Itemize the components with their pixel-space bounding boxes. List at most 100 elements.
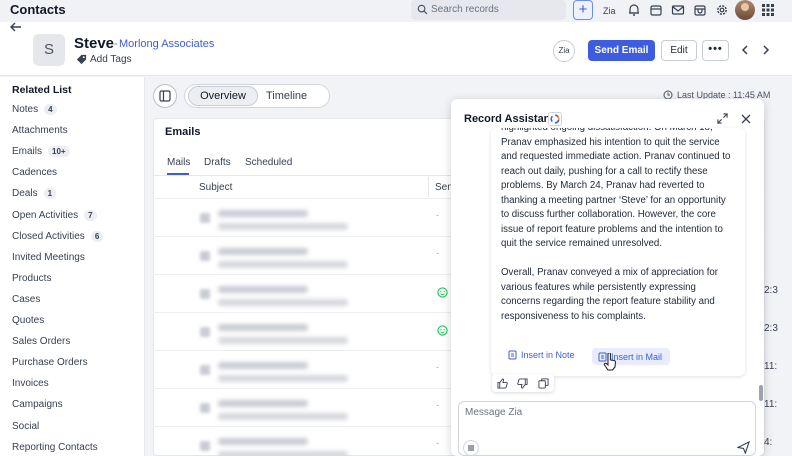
sidebar-item-cadences[interactable]: Cadences [12, 167, 57, 178]
row-status: - [436, 210, 439, 220]
menu-icon[interactable] [463, 440, 479, 456]
redacted-sender [218, 299, 348, 306]
sidebar-item-open-activities[interactable]: Open Activities 7 [12, 209, 97, 221]
assistant-message-line: concerns regarding the report feature st… [501, 296, 715, 307]
back-arrow-icon[interactable] [9, 20, 23, 34]
plus-icon[interactable]: + [573, 0, 593, 20]
redacted-subject [218, 362, 308, 369]
send-icon[interactable] [737, 441, 750, 454]
row-status: - [436, 438, 439, 448]
sidebar-item-label: Cadences [12, 167, 58, 179]
sidebar-item-quotes[interactable]: Quotes [12, 315, 44, 326]
redacted-subject [218, 324, 308, 331]
feedback-bar [492, 374, 554, 392]
thumbs-down-icon[interactable] [517, 377, 529, 389]
search-icon [417, 4, 428, 15]
sidebar-item-label: Purchase Orders [12, 357, 88, 369]
count-badge: 7 [84, 209, 97, 221]
tab-timeline[interactable]: Timeline [266, 90, 307, 102]
hand-cursor-icon [603, 353, 617, 371]
sidebar-item-label: Reporting Contacts [12, 441, 98, 453]
row-status: - [436, 400, 439, 410]
redacted-icon [200, 441, 210, 451]
tab-mails[interactable]: Mails [167, 157, 190, 168]
record-separator: - [114, 38, 118, 50]
sidebar-item-label: Products [12, 272, 52, 284]
panel-toggle-button[interactable] [153, 84, 177, 108]
assistant-message-line: Pranav emphasized his intention to quit … [501, 136, 720, 148]
sidebar-item-invited-meetings[interactable]: Invited Meetings [12, 252, 85, 263]
app-title: Contacts [10, 2, 66, 17]
sidebar-item-reporting-contacts[interactable]: Reporting Contacts [12, 442, 98, 453]
redacted-icon [200, 365, 210, 375]
send-email-button[interactable]: Send Email [588, 40, 655, 61]
bell-icon[interactable] [627, 3, 641, 17]
count-badge: 10+ [48, 146, 70, 158]
tab-overview[interactable]: Overview [188, 86, 258, 106]
sidebar-item-cases[interactable]: Cases [12, 294, 40, 305]
redacted-sender [218, 375, 348, 382]
sidebar-item-label: Social [12, 420, 40, 432]
assistant-message-line: reach out daily, pushing for a call to r… [501, 165, 708, 177]
close-icon[interactable] [741, 114, 751, 124]
redacted-subject [218, 248, 308, 255]
message-zia-input[interactable]: Message Zia [458, 401, 756, 456]
search-placeholder: Search records [431, 4, 499, 15]
sidebar-item-closed-activities[interactable]: Closed Activities 6 [12, 230, 104, 242]
sidebar-item-label: Notes [12, 104, 39, 115]
tab-scheduled[interactable]: Scheduled [245, 157, 292, 168]
tab-active-indicator [167, 173, 189, 175]
redacted-subject [218, 438, 308, 445]
sidebar-item-invoices[interactable]: Invoices [12, 378, 49, 389]
thumbs-up-icon[interactable] [497, 377, 508, 389]
apps-grid-icon[interactable] [761, 3, 775, 17]
copy-icon[interactable] [538, 377, 549, 389]
sidebar-item-label: Closed Activities [12, 230, 85, 242]
note-icon [508, 350, 518, 360]
record-name: Steve [74, 35, 115, 52]
redacted-icon [200, 289, 210, 299]
column-subject[interactable]: Subject [199, 182, 232, 193]
sidebar-item-sales-orders[interactable]: Sales Orders [12, 336, 70, 347]
search-input[interactable]: Search records [411, 0, 566, 20]
sidebar-item-notes[interactable]: Notes 4 [12, 104, 57, 115]
count-badge: 1 [43, 188, 57, 200]
mail-icon[interactable] [671, 3, 685, 17]
edit-button[interactable]: Edit [661, 40, 697, 61]
sidebar-item-attachments[interactable]: Attachments [12, 125, 68, 136]
more-button[interactable]: ••• [702, 40, 729, 61]
sidebar-item-products[interactable]: Products [12, 273, 51, 284]
avatar[interactable] [735, 0, 755, 20]
sidebar-item-label: Quotes [12, 315, 45, 326]
zia-icon[interactable]: Zia [603, 3, 617, 17]
sidebar-item-emails[interactable]: Emails 10+ [12, 146, 70, 158]
assistant-scrollbar[interactable] [759, 385, 763, 401]
marketplace-icon[interactable] [693, 3, 707, 17]
sidebar-item-deals[interactable]: Deals 1 [12, 188, 57, 200]
assistant-message-line: quit the service remained unresolved. [501, 238, 663, 249]
record-company-link[interactable]: Morlong Associates [119, 38, 214, 50]
gear-icon[interactable] [715, 3, 729, 17]
redacted-subject [218, 400, 308, 407]
sidebar-item-purchase-orders[interactable]: Purchase Orders [12, 357, 88, 368]
chevron-left-icon[interactable] [739, 44, 751, 56]
tab-drafts[interactable]: Drafts [204, 157, 231, 168]
insert-note-label: Insert in Note [521, 350, 575, 360]
expand-icon[interactable] [717, 113, 728, 124]
add-tags-link[interactable]: Add Tags [76, 54, 132, 65]
sidebar-item-label: Emails [12, 146, 43, 158]
insert-in-note-button[interactable]: Insert in Note [508, 350, 575, 360]
sidebar-item-campaigns[interactable]: Campaigns [12, 399, 63, 410]
sidebar-item-social[interactable]: Social [12, 421, 39, 432]
row-time: 11: [764, 399, 778, 410]
assistant-message-line: various features while persistently expr… [501, 281, 696, 293]
redacted-sender [218, 413, 348, 420]
related-list-title: Related List [12, 84, 72, 96]
zia-button[interactable]: Zia [553, 40, 575, 62]
assistant-message-line: responsiveness to his complaints. [501, 310, 646, 322]
redacted-sender [218, 337, 348, 344]
assistant-title: Record Assistant [464, 113, 555, 125]
calendar-icon[interactable] [649, 3, 663, 17]
chevron-right-icon[interactable] [760, 44, 772, 56]
redacted-sender [218, 223, 348, 230]
